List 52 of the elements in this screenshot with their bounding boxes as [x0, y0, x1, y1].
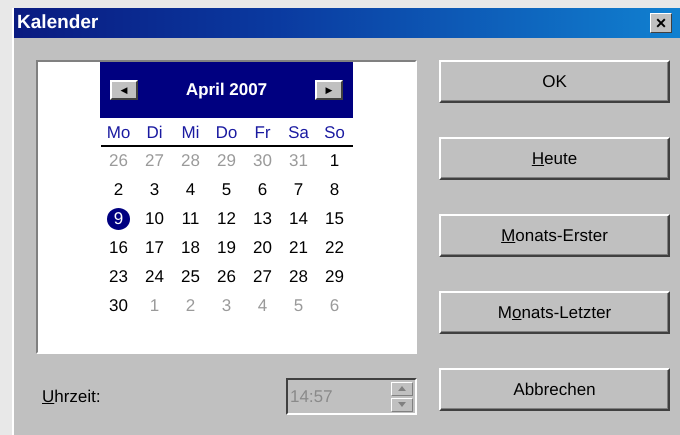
calendar-day[interactable]: 24: [143, 266, 166, 288]
calendar-day[interactable]: 7: [292, 179, 306, 201]
calendar-day[interactable]: 20: [251, 237, 274, 259]
window-title: Kalender: [17, 12, 98, 34]
weekday-label: Sa: [287, 122, 310, 144]
calendar-day[interactable]: 3: [148, 179, 162, 201]
dialog-button[interactable]: Monats-Letzter: [439, 291, 670, 334]
close-button[interactable]: ×: [650, 13, 672, 33]
calendar-day[interactable]: 23: [107, 266, 130, 288]
calendar-day[interactable]: 6: [256, 179, 270, 201]
spin-up-button[interactable]: [391, 382, 413, 396]
up-arrow-icon: [398, 386, 406, 391]
calendar-day[interactable]: 11: [180, 208, 202, 230]
weekday-label: Do: [214, 122, 238, 144]
calendar-day[interactable]: 13: [251, 208, 274, 230]
calendar-day[interactable]: 1: [328, 150, 342, 172]
calendar-day[interactable]: 2: [112, 179, 126, 201]
calendar-day[interactable]: 29: [323, 266, 346, 288]
down-arrow-icon: [398, 402, 406, 407]
calendar-day[interactable]: 14: [287, 208, 310, 230]
calendar-day[interactable]: 18: [179, 237, 202, 259]
calendar-day[interactable]: 10: [143, 208, 166, 230]
spin-down-button[interactable]: [391, 398, 413, 412]
calendar-day[interactable]: 5: [220, 179, 234, 201]
calendar-day[interactable]: 16: [107, 237, 130, 259]
calendar-day[interactable]: 15: [323, 208, 346, 230]
dialog-button[interactable]: OK: [439, 60, 670, 103]
weekday-label: So: [323, 122, 346, 144]
calendar-day[interactable]: 8: [328, 179, 342, 201]
calendar-day[interactable]: 25: [179, 266, 202, 288]
calendar-day[interactable]: 21: [287, 237, 310, 259]
dialog-button[interactable]: Abbrechen: [439, 368, 670, 411]
dialog-button[interactable]: Heute: [439, 137, 670, 180]
dialog-button[interactable]: Monats-Erster: [439, 214, 670, 257]
calendar-day[interactable]: 4: [184, 179, 198, 201]
weekday-label: Fr: [253, 122, 272, 144]
weekday-label: Mo: [106, 122, 132, 144]
calendar-day[interactable]: 12: [215, 208, 238, 230]
weekday-label: Di: [145, 122, 164, 144]
previous-month-button[interactable]: ◀: [110, 80, 138, 100]
month-title: April 2007: [186, 80, 268, 100]
calendar-day[interactable]: 22: [323, 237, 346, 259]
calendar-day[interactable]: 9: [106, 208, 130, 230]
calendar-day[interactable]: 19: [215, 237, 238, 259]
weekday-label: Mi: [180, 122, 200, 144]
calendar-day[interactable]: 26: [215, 266, 238, 288]
calendar-day[interactable]: 30: [107, 295, 130, 317]
calendar-day[interactable]: 27: [251, 266, 274, 288]
calendar-day[interactable]: 17: [143, 237, 166, 259]
calendar-day[interactable]: 28: [287, 266, 310, 288]
time-label: Uhrzeit:: [42, 386, 101, 406]
next-month-button[interactable]: ▶: [314, 80, 343, 100]
